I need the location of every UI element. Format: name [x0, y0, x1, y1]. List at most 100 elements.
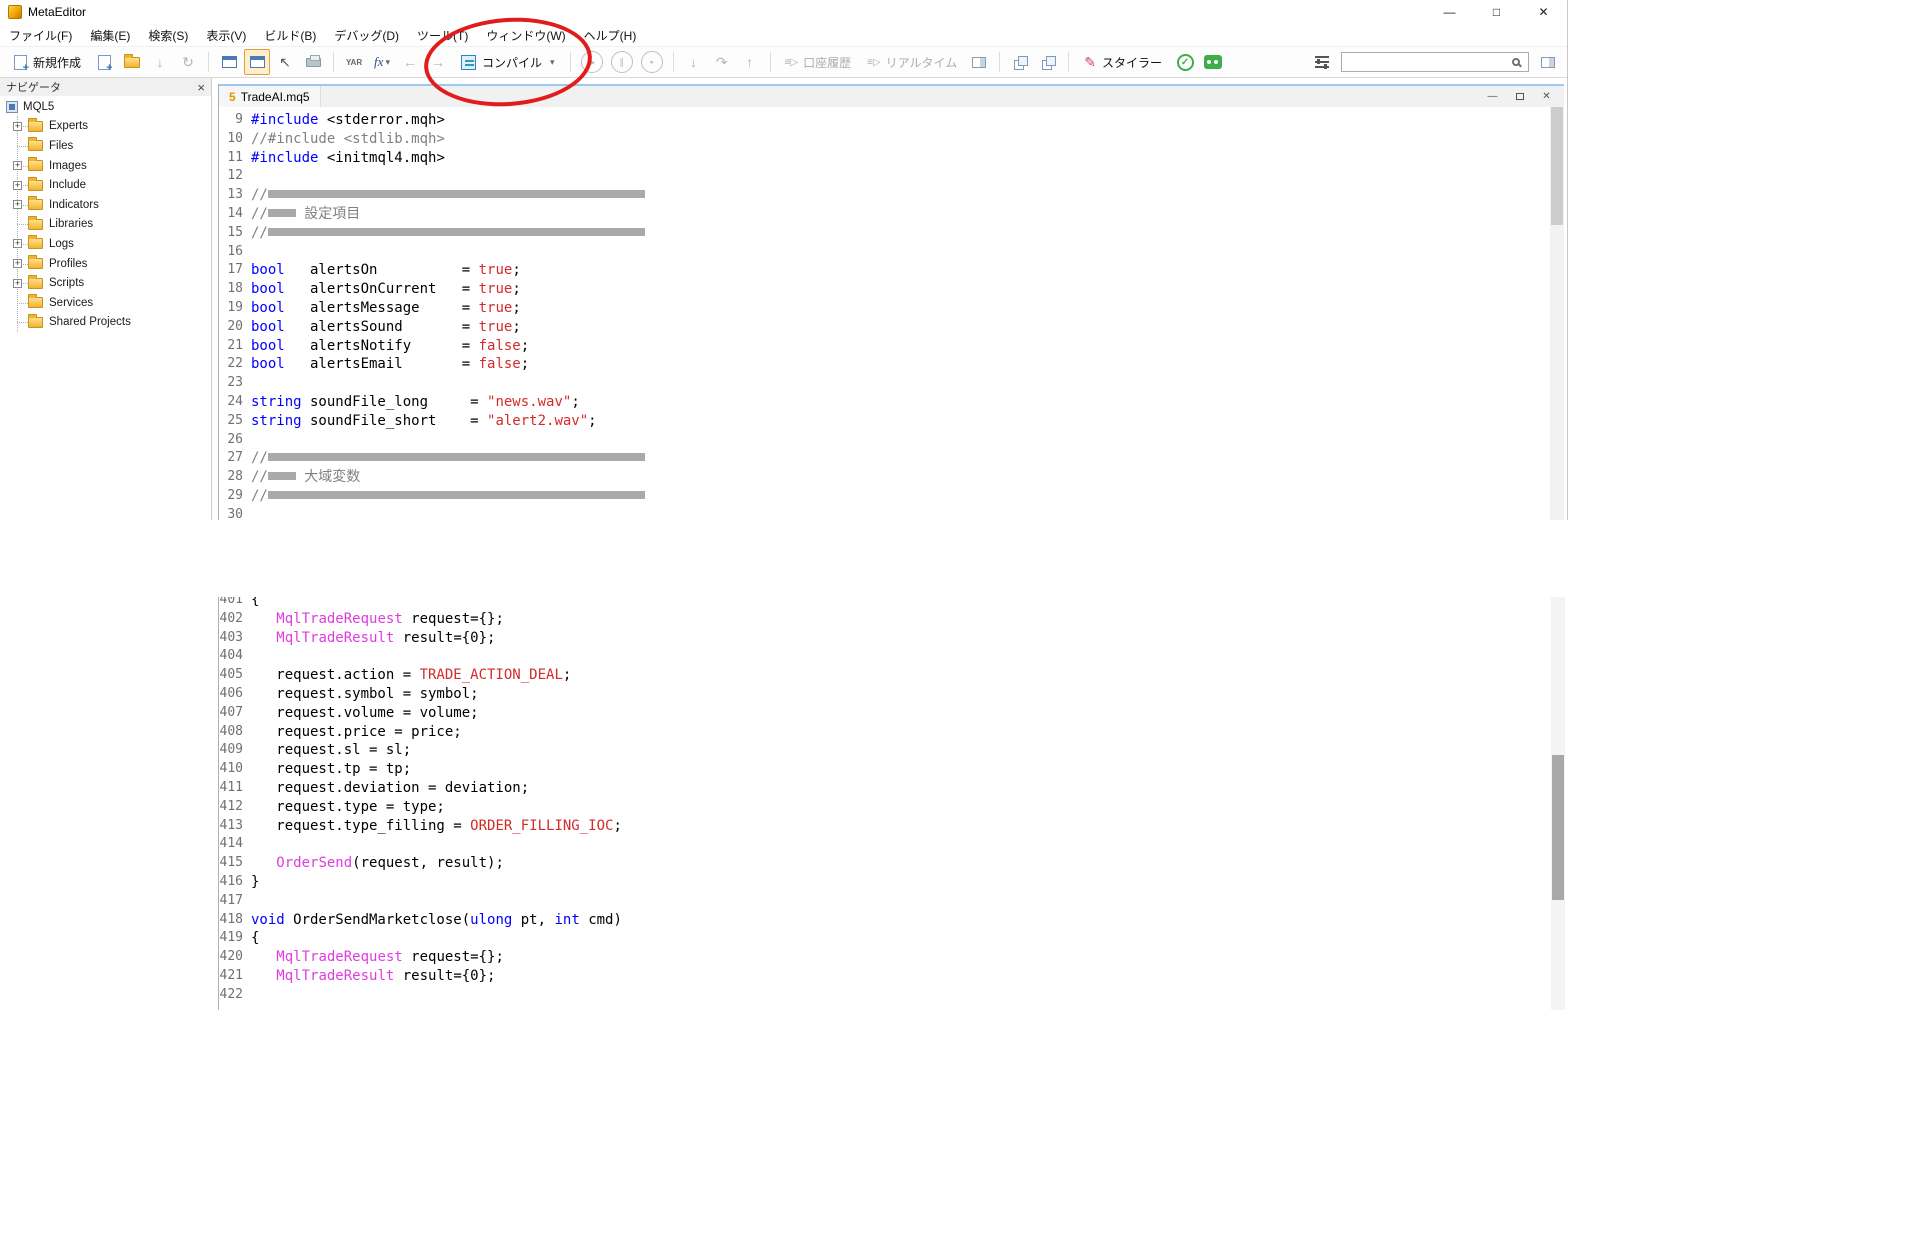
line-number: 417: [219, 892, 251, 911]
code-text: MqlTradeResult result={0};: [251, 967, 495, 986]
realtime-button[interactable]: ≡▷ リアルタイム: [860, 54, 964, 71]
sidebar-item-label: Scripts: [49, 277, 84, 289]
account-history-button[interactable]: ≡▷ 口座履歴: [778, 54, 859, 71]
step-out-icon[interactable]: ↑: [737, 49, 763, 75]
code-text: //: [251, 449, 645, 468]
sidebar-item-libraries[interactable]: Libraries: [0, 215, 211, 235]
sidebar-item-experts[interactable]: +Experts: [0, 117, 211, 137]
start-debug-icon[interactable]: ▶: [581, 51, 603, 73]
styler-button[interactable]: ✎ スタイラー: [1076, 51, 1170, 74]
sidebar-item-profiles[interactable]: +Profiles: [0, 254, 211, 274]
navigator-close-icon[interactable]: ×: [197, 81, 205, 94]
expand-icon[interactable]: +: [13, 279, 22, 288]
new-file-button[interactable]: 新規作成: [6, 51, 89, 74]
search-box[interactable]: [1341, 52, 1529, 72]
line-number: 411: [219, 779, 251, 798]
community-services-icon[interactable]: [1200, 49, 1226, 75]
check-syntax-icon[interactable]: ✓: [1172, 49, 1198, 75]
menu-edit[interactable]: 編集(E): [81, 27, 139, 44]
sidebar-item-images[interactable]: +Images: [0, 156, 211, 176]
add-item-icon[interactable]: [91, 49, 117, 75]
storage-checkout-icon[interactable]: ↓: [147, 49, 173, 75]
editor-close-button[interactable]: ✕: [1533, 86, 1560, 107]
menu-help[interactable]: ヘルプ(H): [575, 27, 646, 44]
docked-window-icon[interactable]: [1535, 49, 1561, 75]
settings-sliders-icon[interactable]: [1309, 49, 1335, 75]
app-logo-icon: [8, 5, 22, 19]
navigate-back-icon[interactable]: ←: [397, 49, 423, 75]
line-number: 18: [219, 280, 251, 299]
sidebar-item-label: Logs: [49, 238, 74, 250]
code-line-404: 404: [219, 647, 1565, 666]
code-text: request.type = type;: [251, 798, 445, 817]
line-number: 402: [219, 610, 251, 629]
step-over-icon[interactable]: ↷: [709, 49, 735, 75]
cursor-select-icon[interactable]: ↖: [272, 49, 298, 75]
copy-icon[interactable]: [1007, 49, 1033, 75]
open-folder-icon[interactable]: [119, 49, 145, 75]
tab-tradeai-mq5[interactable]: 5 TradeAI.mq5: [219, 86, 321, 107]
sidebar-item-services[interactable]: Services: [0, 293, 211, 313]
metatrader-window-icon[interactable]: [216, 49, 242, 75]
code-text: request.type_filling = ORDER_FILLING_IOC…: [251, 817, 622, 836]
line-number: 22: [219, 355, 251, 374]
stop-debug-icon[interactable]: ▪: [641, 51, 663, 73]
expand-icon[interactable]: +: [13, 259, 22, 268]
expand-icon[interactable]: +: [13, 239, 22, 248]
metaeditor-window-icon[interactable]: [244, 49, 270, 75]
minimize-button[interactable]: —: [1426, 0, 1473, 24]
snippets-icon[interactable]: [1035, 49, 1061, 75]
print-icon[interactable]: [300, 49, 326, 75]
search-icon[interactable]: [1512, 58, 1520, 66]
sidebar-item-indicators[interactable]: +Indicators: [0, 195, 211, 215]
maximize-button[interactable]: □: [1473, 0, 1520, 24]
code-line-28: 28// 大域変数: [219, 468, 1550, 487]
sidebar-item-include[interactable]: +Include: [0, 175, 211, 195]
profiler-icon[interactable]: YAR: [341, 49, 367, 75]
sidebar-item-logs[interactable]: + Logs: [0, 234, 211, 254]
code-line-20: 20bool alertsSound = true;: [219, 318, 1550, 337]
code-text: request.symbol = symbol;: [251, 685, 479, 704]
compile-dropdown-icon[interactable]: ▾: [550, 57, 555, 68]
step-into-icon[interactable]: ↓: [681, 49, 707, 75]
menu-window[interactable]: ウィンドウ(W): [477, 27, 574, 44]
sidebar-item-shared-projects[interactable]: Shared Projects: [0, 313, 211, 333]
code-line-415: 415 OrderSend(request, result);: [219, 854, 1565, 873]
tab-label: TradeAI.mq5: [241, 90, 310, 104]
navigate-forward-icon[interactable]: →: [425, 49, 451, 75]
bottom-scrollbar-thumb[interactable]: [1552, 755, 1564, 900]
chart-box-icon[interactable]: [966, 49, 992, 75]
pause-debug-icon[interactable]: ∥: [611, 51, 633, 73]
compile-button[interactable]: コンパイル ▾: [453, 51, 563, 74]
editor-minimize-button[interactable]: —: [1479, 86, 1506, 107]
code-editor-top[interactable]: 9#include <stderror.mqh>10//#include <st…: [219, 107, 1550, 520]
expand-icon[interactable]: +: [13, 200, 22, 209]
code-line-12: 12: [219, 167, 1550, 186]
code-line-411: 411 request.deviation = deviation;: [219, 779, 1565, 798]
function-list-icon[interactable]: fx▾: [369, 49, 395, 75]
sidebar-item-scripts[interactable]: + Scripts: [0, 273, 211, 293]
menu-file[interactable]: ファイル(F): [0, 27, 81, 44]
menu-view[interactable]: 表示(V): [197, 27, 255, 44]
menu-tools[interactable]: ツール(T): [408, 27, 477, 44]
search-input[interactable]: [1342, 54, 1512, 70]
menu-debug[interactable]: デバッグ(D): [325, 27, 408, 44]
sidebar-item-files[interactable]: Files: [0, 136, 211, 156]
scrollbar-thumb[interactable]: [1551, 107, 1563, 225]
sidebar-item-mql5-root[interactable]: MQL5: [0, 97, 211, 117]
expand-icon[interactable]: +: [13, 181, 22, 190]
expand-icon[interactable]: +: [13, 161, 22, 170]
bottom-scrollbar[interactable]: [1551, 597, 1565, 1010]
editor-scrollbar[interactable]: [1550, 107, 1564, 520]
storage-refresh-icon[interactable]: ↻: [175, 49, 201, 75]
menu-search[interactable]: 検索(S): [139, 27, 197, 44]
code-line-19: 19bool alertsMessage = true;: [219, 299, 1550, 318]
line-number: 422: [219, 986, 251, 1005]
line-number: 410: [219, 760, 251, 779]
close-button[interactable]: ✕: [1520, 0, 1567, 24]
code-text: //#include <stdlib.mqh>: [251, 130, 445, 149]
menu-build[interactable]: ビルド(B): [255, 27, 325, 44]
expand-icon[interactable]: +: [13, 122, 22, 131]
code-editor-bottom[interactable]: 401{402 MqlTradeRequest request={};403 M…: [219, 597, 1565, 1005]
editor-restore-button[interactable]: [1506, 86, 1533, 107]
